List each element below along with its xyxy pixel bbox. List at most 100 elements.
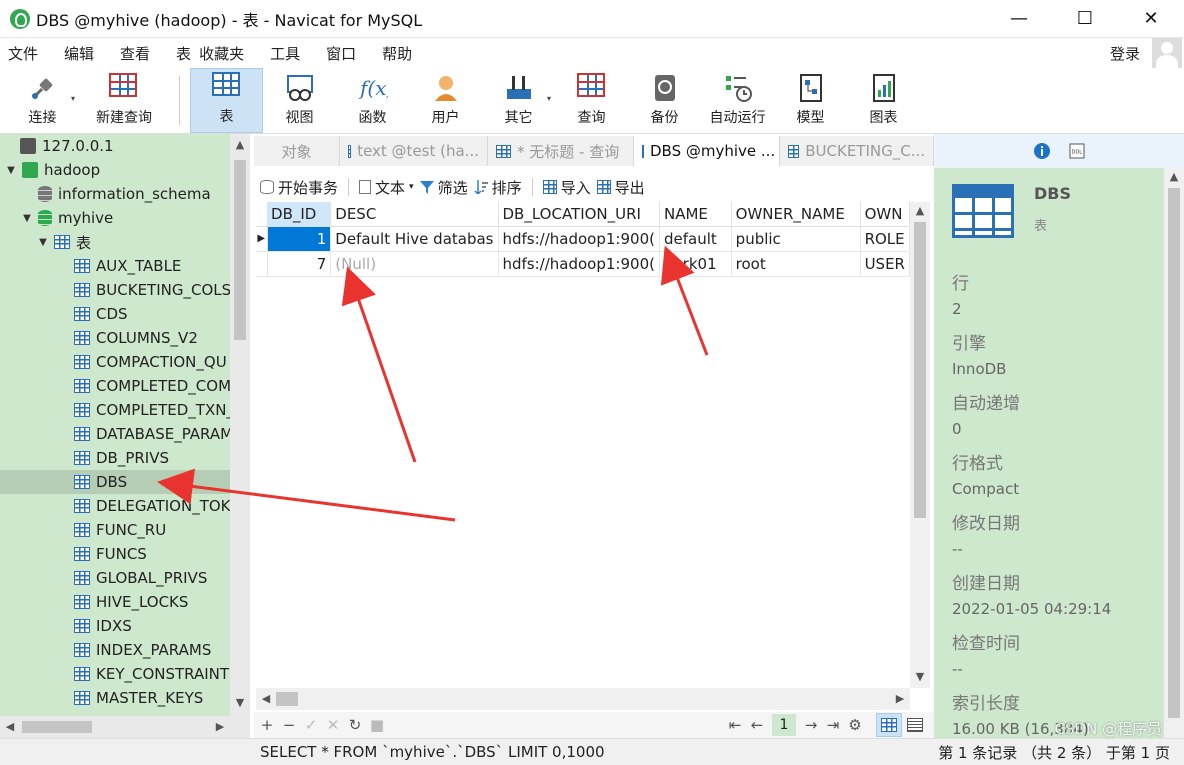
scroll-up-icon[interactable]: ▲	[1164, 170, 1184, 183]
refresh-button[interactable]: ↻	[344, 716, 366, 734]
scrollbar-thumb[interactable]	[276, 692, 298, 706]
stop-button[interactable]: ■	[366, 716, 388, 734]
column-header-owner-type[interactable]: OWN	[860, 202, 910, 227]
scrollbar-thumb[interactable]	[1168, 188, 1180, 718]
tree-table-item[interactable]: AUX_TABLE	[0, 254, 250, 278]
close-button[interactable]: ✕	[1118, 0, 1184, 38]
tree-table-item[interactable]: COMPACTION_QU	[0, 350, 250, 374]
user-button[interactable]: 用户	[409, 68, 482, 133]
scrollbar-thumb[interactable]	[234, 160, 246, 340]
tree-connection-localhost[interactable]: 127.0.0.1	[0, 134, 250, 158]
other-dropdown-icon[interactable]: ▾	[547, 94, 551, 103]
tree-tables-node[interactable]: ▼ 表	[0, 230, 250, 254]
new-query-button[interactable]: 新建查询	[79, 68, 169, 133]
scroll-down-icon[interactable]: ▼	[230, 696, 250, 709]
text-dropdown-icon[interactable]: ▾	[409, 182, 414, 192]
tree-table-item[interactable]: DATABASE_PARAM	[0, 422, 250, 446]
tree-table-item[interactable]: COLUMNS_V2	[0, 326, 250, 350]
tab-dbs-myhive[interactable]: DBS @myhive ...	[634, 136, 780, 166]
apply-changes-button[interactable]: ✓	[300, 716, 322, 734]
tree-table-item[interactable]: DELEGATION_TOKE	[0, 494, 250, 518]
tree-table-item[interactable]: IDXS	[0, 614, 250, 638]
filter-button[interactable]: 筛选	[419, 177, 468, 198]
cell-db-id[interactable]: 7	[267, 251, 332, 277]
table-row[interactable]: ▶ 1 Default Hive databas hdfs://hadoop1:…	[256, 226, 910, 252]
sidebar-horizontal-scrollbar[interactable]: ◀ ▶	[0, 716, 230, 738]
menu-help[interactable]: 帮助	[374, 43, 420, 64]
cell-name[interactable]: default	[659, 226, 732, 252]
chart-button[interactable]: 图表	[847, 68, 920, 133]
auto-run-button[interactable]: 自动运行	[701, 68, 774, 133]
column-header-db-location-uri[interactable]: DB_LOCATION_URI	[498, 202, 660, 227]
tab-objects[interactable]: 对象	[254, 136, 340, 166]
column-header-owner-name[interactable]: OWNER_NAME	[731, 202, 861, 227]
function-button[interactable]: f(x) 函数	[336, 68, 409, 133]
import-button[interactable]: 导入	[542, 177, 591, 198]
scroll-up-icon[interactable]: ▲	[230, 138, 250, 151]
scroll-right-icon[interactable]: ▶	[210, 720, 230, 733]
tree-table-item[interactable]: COMPLETED_TXN_	[0, 398, 250, 422]
form-view-button[interactable]	[902, 713, 928, 737]
grid-view-button[interactable]	[876, 713, 902, 737]
tree-table-item[interactable]: KEY_CONSTRAINTS	[0, 662, 250, 686]
tree-table-item[interactable]: DB_PRIVS	[0, 446, 250, 470]
tab-text-test[interactable]: text @test (ha...	[340, 136, 488, 166]
view-button[interactable]: 视图	[263, 68, 336, 133]
table-row[interactable]: 7 (Null) hdfs://hadoop1:900( park01 root…	[256, 251, 910, 277]
maximize-button[interactable]: ☐	[1052, 0, 1118, 38]
menu-file[interactable]: 文件	[0, 43, 46, 64]
settings-gear-icon[interactable]: ⚙	[844, 716, 866, 734]
discard-changes-button[interactable]: ✕	[322, 716, 344, 734]
tree-table-item[interactable]: FUNC_RU	[0, 518, 250, 542]
collapse-chevron-icon[interactable]: ▼	[36, 237, 50, 248]
scrollbar-thumb[interactable]	[22, 721, 92, 733]
backup-button[interactable]: 备份	[628, 68, 701, 133]
tree-table-item[interactable]: INDEX_PARAMS	[0, 638, 250, 662]
user-avatar-icon[interactable]	[1152, 38, 1182, 68]
tree-connection-hadoop[interactable]: ▼ hadoop	[0, 158, 250, 182]
menu-window[interactable]: 窗口	[318, 43, 364, 64]
text-button[interactable]: 文本 ▾	[359, 177, 414, 198]
previous-page-button[interactable]: ←	[746, 716, 768, 734]
login-link[interactable]: 登录	[1110, 43, 1140, 64]
scrollbar-thumb[interactable]	[914, 222, 926, 518]
minimize-button[interactable]: —	[986, 0, 1052, 38]
grid-vertical-scrollbar[interactable]: ▲ ▼	[910, 202, 930, 688]
delete-record-button[interactable]: −	[278, 716, 300, 734]
next-page-button[interactable]: →	[800, 716, 822, 734]
tab-bucketing-cols[interactable]: BUCKETING_C...	[780, 136, 934, 166]
tree-table-item[interactable]: GLOBAL_PRIVS	[0, 566, 250, 590]
collapse-chevron-icon[interactable]: ▼	[20, 213, 34, 224]
page-number-field[interactable]: 1	[772, 714, 796, 736]
menu-table[interactable]: 表	[168, 43, 195, 64]
menu-tools[interactable]: 工具	[262, 43, 308, 64]
tab-untitled-query[interactable]: * 无标题 - 查询	[488, 136, 634, 166]
column-header-desc[interactable]: DESC	[330, 202, 499, 227]
info-icon[interactable]	[1033, 142, 1051, 160]
column-header-name[interactable]: NAME	[659, 202, 732, 227]
cell-owner-type[interactable]: USER	[860, 251, 910, 277]
query-button[interactable]: 查询	[555, 68, 628, 133]
other-button[interactable]: 其它 ▾	[482, 68, 555, 133]
table-button[interactable]: 表	[190, 68, 263, 133]
begin-transaction-button[interactable]: 开始事务	[260, 177, 338, 198]
cell-db-location-uri[interactable]: hdfs://hadoop1:900(	[498, 251, 660, 277]
tree-table-item[interactable]: HIVE_LOCKS	[0, 590, 250, 614]
menu-view[interactable]: 查看	[112, 43, 158, 64]
tree-table-item[interactable]: MASTER_KEYS	[0, 686, 250, 710]
tree-table-item[interactable]: DBS	[0, 470, 250, 494]
tree-db-information-schema[interactable]: information_schema	[0, 182, 250, 206]
cell-db-location-uri[interactable]: hdfs://hadoop1:900(	[498, 226, 660, 252]
sort-button[interactable]: 排序	[474, 177, 522, 198]
grid-horizontal-scrollbar[interactable]: ◀ ▶	[256, 688, 910, 710]
first-page-button[interactable]: ⇤	[724, 716, 746, 734]
add-record-button[interactable]: +	[256, 716, 278, 734]
cell-db-id[interactable]: 1	[267, 226, 332, 252]
column-header-db-id[interactable]: DB_ID	[267, 202, 332, 227]
sidebar-vertical-scrollbar[interactable]: ▲ ▼	[230, 134, 250, 738]
scroll-up-icon[interactable]: ▲	[910, 204, 930, 217]
ddl-icon[interactable]: DDL	[1069, 143, 1085, 159]
cell-owner-name[interactable]: public	[731, 226, 861, 252]
tree-table-item[interactable]: CDS	[0, 302, 250, 326]
cell-owner-type[interactable]: ROLE	[860, 226, 910, 252]
